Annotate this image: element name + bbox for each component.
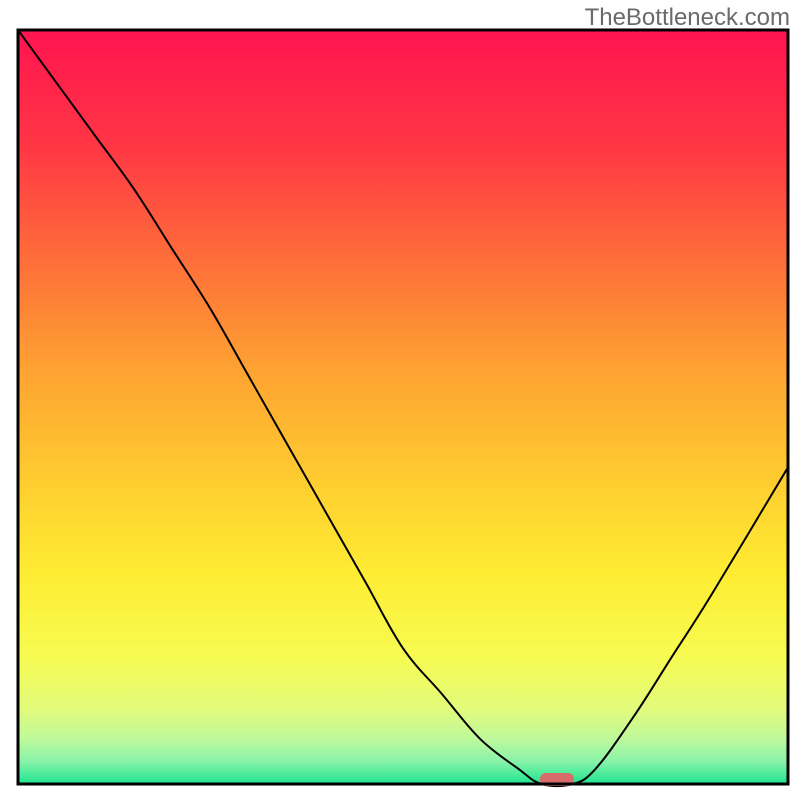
bottleneck-chart <box>0 0 800 800</box>
plot-area <box>18 30 788 786</box>
chart-container: TheBottleneck.com <box>0 0 800 800</box>
watermark-text: TheBottleneck.com <box>585 4 790 32</box>
gradient-background <box>18 30 788 784</box>
